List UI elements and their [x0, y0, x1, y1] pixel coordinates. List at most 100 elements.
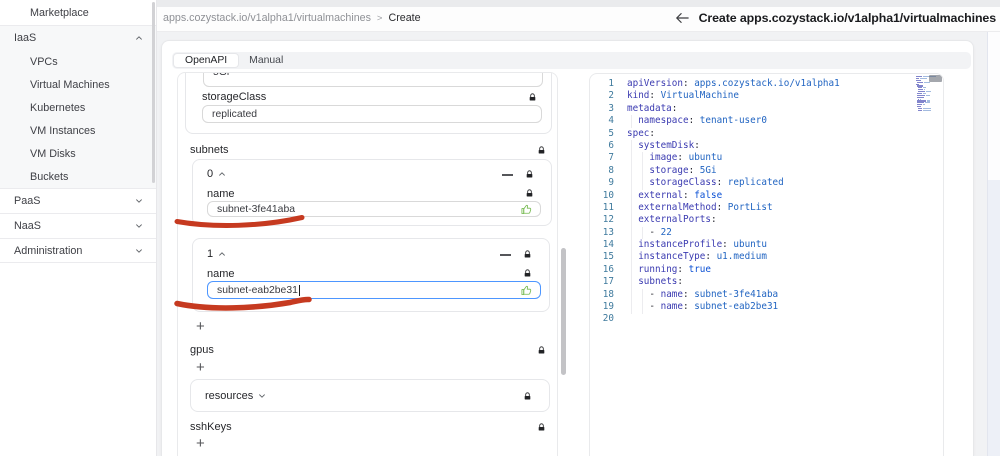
view-mode-tabs: OpenAPI Manual — [172, 52, 971, 69]
sidebar-item-administration[interactable]: Administration — [0, 238, 156, 263]
chevron-up-icon — [219, 252, 226, 256]
add-gpu-button[interactable]: + — [196, 360, 205, 375]
gpus-lock-icon[interactable] — [537, 345, 546, 356]
subnet-0-name-input[interactable]: subnet-3fe41aba — [207, 201, 541, 217]
line-number: 4 — [608, 115, 614, 127]
subnet-1-approve-icon[interactable] — [521, 285, 532, 296]
code-line[interactable]: 16 running: true — [590, 264, 943, 276]
sidebar-item-iaas[interactable]: IaaS — [0, 25, 156, 50]
subnet-0-collapse-header[interactable]: 0 — [207, 168, 226, 180]
subnet-1-name-lock-icon[interactable] — [523, 268, 532, 279]
subnet-1-collapse-header[interactable]: 1 — [207, 248, 226, 260]
sidebar-item-paas[interactable]: PaaS — [0, 188, 156, 213]
subnet-item-card-0: 0 name subnet-3fe41aba — [192, 159, 552, 226]
sidebar-scrollbar[interactable] — [152, 2, 155, 183]
subnet-0-remove-button[interactable] — [500, 168, 514, 182]
subnet-1-lock-icon[interactable] — [523, 249, 532, 260]
add-subnet-button[interactable]: + — [196, 319, 205, 334]
sidebar-item-virtual-machines[interactable]: Virtual Machines — [0, 73, 156, 96]
back-arrow-icon[interactable] — [675, 12, 689, 24]
code-line[interactable]: 7 image: ubuntu — [590, 152, 943, 164]
tab-manual[interactable]: Manual — [238, 54, 294, 68]
code-line[interactable]: 6 systemDisk: — [590, 140, 943, 152]
app-root: Marketplace IaaS VPCs Virtual Machines Kuber… — [0, 0, 1000, 456]
sidebar-item-label: Kubernetes — [30, 101, 86, 114]
subnet-1-name-input[interactable]: subnet-eab2be31 — [207, 281, 541, 299]
storage-input-value: 5Gi — [213, 72, 230, 78]
code-line[interactable]: 20 — [590, 313, 943, 325]
form-scrollbar-thumb[interactable] — [561, 248, 566, 375]
subnet-0-name-label: name — [207, 188, 235, 200]
line-text: storageClass: replicated — [649, 177, 784, 189]
subnet-1-name-label: name — [207, 268, 235, 280]
line-text: storage: 5Gi — [649, 164, 717, 176]
subnet-0-lock-icon[interactable] — [525, 169, 534, 180]
sidebar-item-buckets[interactable]: Buckets — [0, 165, 156, 188]
line-number: 20 — [602, 313, 614, 325]
line-text: - 22 — [649, 226, 672, 238]
code-line[interactable]: 14 instanceProfile: ubuntu — [590, 239, 943, 251]
line-text: apiVersion: apps.cozystack.io/v1alpha1 — [627, 78, 840, 89]
form-scroll-viewport: 5Gi storageClass replicated subnets 0 na… — [177, 72, 558, 456]
code-line[interactable]: 8 storage: 5Gi — [590, 165, 943, 177]
line-number: 10 — [602, 189, 614, 201]
line-number: 15 — [602, 251, 614, 263]
code-line[interactable]: 3 metadata: — [590, 103, 943, 115]
subnet-1-name-value: subnet-eab2be31 — [217, 284, 298, 296]
sidebar-item-marketplace[interactable]: Marketplace — [0, 0, 156, 25]
add-sshkey-button[interactable]: + — [196, 436, 205, 451]
line-number: 5 — [608, 127, 614, 139]
sidebar-item-label: VPCs — [30, 55, 58, 68]
code-line[interactable]: 13 - 22 — [590, 227, 943, 239]
sidebar-item-label: VM Instances — [30, 124, 96, 137]
subnets-label: subnets — [190, 144, 229, 156]
resources-lock-icon[interactable] — [523, 391, 532, 402]
code-line[interactable]: 5 spec: — [590, 128, 943, 140]
minimap-slider[interactable] — [929, 75, 942, 82]
line-text: instanceType: u1.medium — [638, 251, 767, 263]
subnet-0-index: 0 — [207, 168, 214, 180]
code-line[interactable]: 11 externalMethod: PortList — [590, 202, 943, 214]
resources-card: resources — [190, 379, 550, 412]
tab-openapi[interactable]: OpenAPI — [174, 53, 239, 68]
code-line[interactable]: 19 - name: subnet-eab2be31 — [590, 301, 943, 313]
code-line[interactable]: 2 kind: VirtualMachine — [590, 90, 943, 102]
code-line[interactable]: 10 external: false — [590, 190, 943, 202]
code-line[interactable]: 4 namespace: tenant-user0 — [590, 115, 943, 127]
subnet-1-index: 1 — [207, 248, 214, 260]
sidebar-item-label: IaaS — [14, 32, 37, 44]
line-text: external: false — [638, 189, 723, 201]
line-text: instanceProfile: ubuntu — [638, 239, 767, 251]
code-line[interactable]: 15 instanceType: u1.medium — [590, 251, 943, 263]
storage-input-truncated[interactable]: 5Gi — [203, 72, 543, 87]
code-line[interactable]: 17 subnets: — [590, 276, 943, 288]
subnet-1-remove-button[interactable] — [498, 248, 512, 262]
code-line[interactable]: 9 storageClass: replicated — [590, 177, 943, 189]
sshkeys-lock-icon[interactable] — [537, 422, 546, 433]
sidebar-item-naas[interactable]: NaaS — [0, 213, 156, 238]
chevron-down-icon — [135, 197, 143, 205]
sidebar-item-vm-instances[interactable]: VM Instances — [0, 119, 156, 142]
line-number: 14 — [602, 239, 614, 251]
breadcrumb: apps.cozystack.io/v1alpha1/virtualmachin… — [163, 12, 421, 24]
sidebar-item-vm-disks[interactable]: VM Disks — [0, 142, 156, 165]
yaml-editor[interactable]: 1 apiVersion: apps.cozystack.io/v1alpha1 2… — [589, 73, 944, 456]
code-line[interactable]: 18 - name: subnet-3fe41aba — [590, 289, 943, 301]
line-text: systemDisk: — [638, 139, 700, 151]
sidebar-item-kubernetes[interactable]: Kubernetes — [0, 96, 156, 119]
breadcrumb-path-link[interactable]: apps.cozystack.io/v1alpha1/virtualmachin… — [163, 12, 371, 24]
storageclass-input[interactable]: replicated — [202, 105, 542, 123]
line-number: 2 — [608, 90, 614, 102]
code-line[interactable]: 12 externalPorts: — [590, 214, 943, 226]
line-text: metadata: — [627, 102, 678, 114]
chevron-down-icon — [259, 393, 266, 398]
sidebar-item-vpcs[interactable]: VPCs — [0, 50, 156, 73]
chevron-down-icon — [135, 222, 143, 230]
subnet-0-name-lock-icon[interactable] — [525, 188, 534, 199]
resources-expand-header[interactable]: resources — [205, 390, 266, 402]
code-line[interactable]: 1 apiVersion: apps.cozystack.io/v1alpha1 — [590, 78, 943, 90]
subnets-lock-icon[interactable] — [537, 145, 546, 156]
drawer-title: Create apps.cozystack.io/v1alpha1/virtua… — [698, 11, 997, 25]
storageclass-lock-icon[interactable] — [528, 92, 537, 103]
subnet-0-approve-icon[interactable] — [521, 204, 532, 215]
